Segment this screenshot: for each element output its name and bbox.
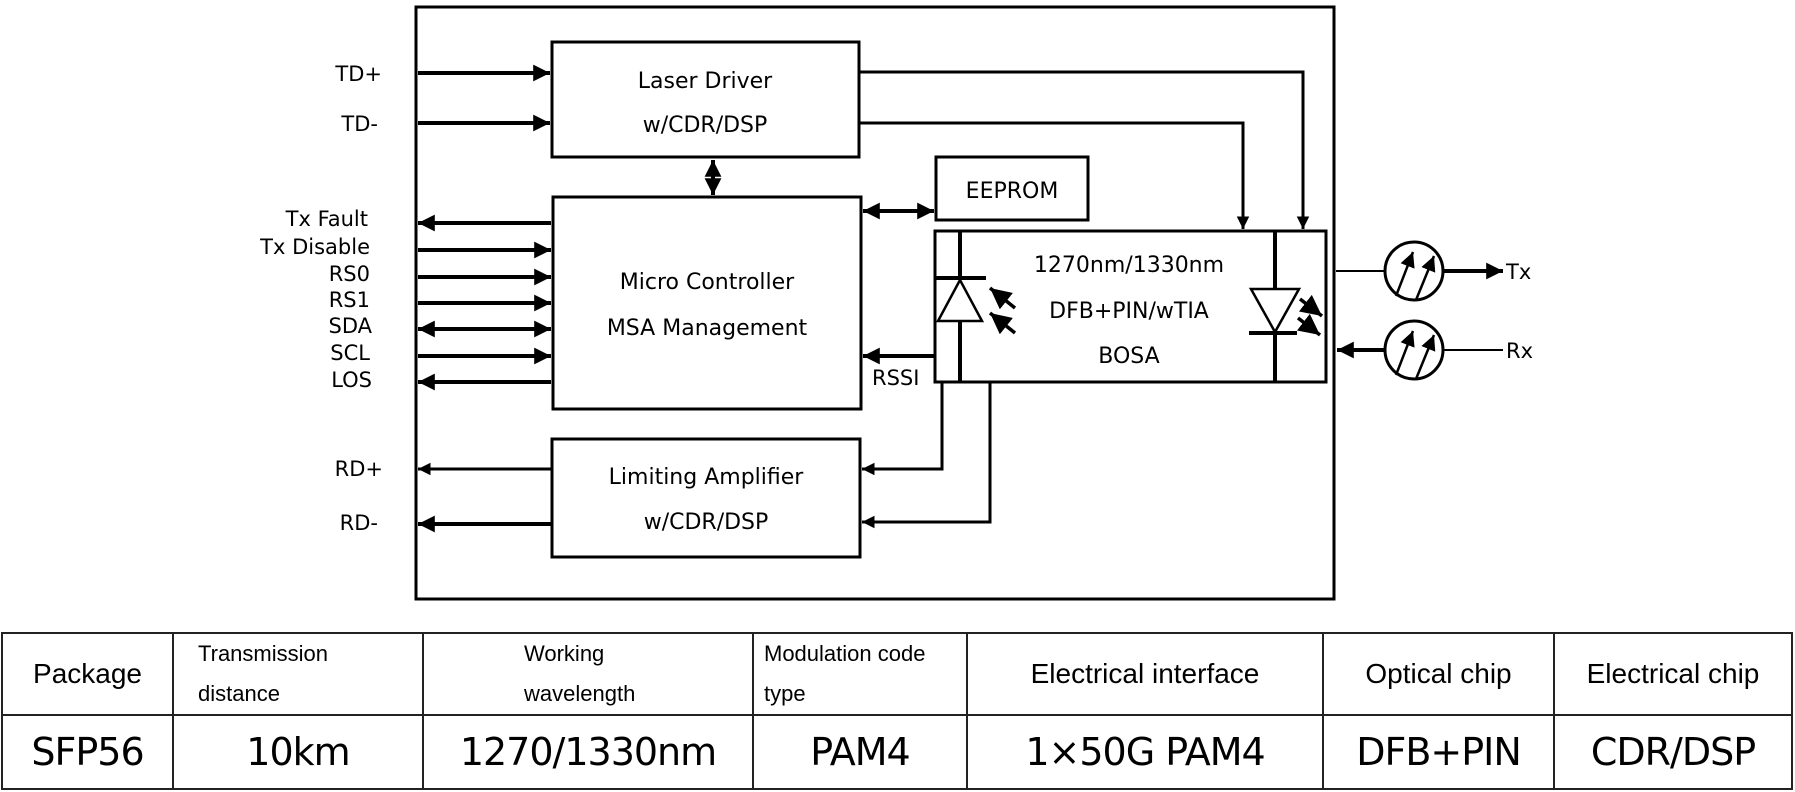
- header-optical-chip: Optical chip: [1322, 632, 1555, 716]
- cell-modulation-code-type: PAM4: [752, 714, 968, 790]
- bosa-title: BOSA: [1098, 344, 1159, 369]
- header-package: Package: [1, 632, 174, 716]
- eeprom-block: EEPROM: [934, 155, 1090, 222]
- tx-disable-label: Tx Disable: [259, 235, 370, 259]
- rd-plus-label: RD+: [335, 457, 383, 481]
- td-plus-label: TD+: [334, 62, 382, 86]
- micro-controller-subtitle: MSA Management: [607, 316, 808, 341]
- micro-controller-title: Micro Controller: [620, 270, 795, 295]
- header-transmission-line1: Transmission: [198, 641, 328, 666]
- rx-label: Rx: [1506, 339, 1533, 363]
- header-wavelength-line2: wavelength: [524, 681, 636, 706]
- rx-connector-icon: [1383, 319, 1445, 381]
- cell-electrical-interface: 1×50G PAM4: [966, 714, 1324, 790]
- header-working-wavelength: Working wavelength: [422, 632, 754, 716]
- cell-optical-chip: DFB+PIN: [1322, 714, 1555, 790]
- laser-driver-block: Laser Driver w/CDR/DSP: [550, 40, 861, 159]
- cell-package: SFP56: [1, 714, 174, 790]
- limiting-amplifier-block: Limiting Amplifier w/CDR/DSP: [550, 437, 862, 559]
- header-modulation-line2: type: [764, 681, 806, 706]
- header-wavelength-line1: Working: [524, 641, 605, 666]
- block-diagram: Laser Driver w/CDR/DSP Micro Controller …: [259, 5, 1533, 601]
- cell-transmission-distance: 10km: [172, 714, 424, 790]
- spec-table: Package Transmission distance Working wa…: [1, 632, 1793, 790]
- limiting-amplifier-subtitle: w/CDR/DSP: [644, 510, 769, 535]
- header-modulation-line1: Modulation code: [764, 641, 926, 666]
- bosa-chip: DFB+PIN/wTIA: [1049, 299, 1209, 324]
- header-transmission-line2: distance: [198, 681, 280, 706]
- scl-label: SCL: [330, 341, 370, 365]
- rs0-label: RS0: [329, 262, 370, 286]
- rs1-label: RS1: [329, 288, 370, 312]
- cell-electrical-chip: CDR/DSP: [1553, 714, 1793, 790]
- spec-table-header-row: Package Transmission distance Working wa…: [1, 632, 1793, 716]
- bosa-wavelength: 1270nm/1330nm: [1034, 253, 1224, 278]
- rssi-label: RSSI: [872, 366, 919, 390]
- laser-driver-subtitle: w/CDR/DSP: [643, 113, 768, 138]
- header-electrical-interface: Electrical interface: [966, 632, 1324, 716]
- rx-data-line-1: [862, 382, 944, 476]
- td-minus-label: TD-: [340, 112, 378, 136]
- eeprom-label: EEPROM: [966, 179, 1059, 204]
- header-electrical-chip: Electrical chip: [1553, 632, 1793, 716]
- header-transmission-distance: Transmission distance: [172, 632, 424, 716]
- tx-label: Tx: [1505, 260, 1531, 284]
- rd-minus-label: RD-: [340, 511, 378, 535]
- tx-fault-label: Tx Fault: [285, 207, 368, 231]
- rx-data-line-2: [862, 382, 992, 529]
- limiting-amplifier-title: Limiting Amplifier: [609, 465, 805, 490]
- micro-controller-block: Micro Controller MSA Management: [551, 195, 863, 411]
- laser-driver-title: Laser Driver: [638, 69, 773, 94]
- los-label: LOS: [331, 368, 372, 392]
- bosa-block: 1270nm/1330nm DFB+PIN/wTIA BOSA: [933, 229, 1328, 384]
- tx-connector-icon: [1383, 240, 1445, 302]
- spec-table-row: SFP56 10km 1270/1330nm PAM4 1×50G PAM4 D…: [1, 714, 1793, 790]
- header-modulation-code-type: Modulation code type: [752, 632, 968, 716]
- cell-working-wavelength: 1270/1330nm: [422, 714, 754, 790]
- sda-label: SDA: [329, 314, 373, 338]
